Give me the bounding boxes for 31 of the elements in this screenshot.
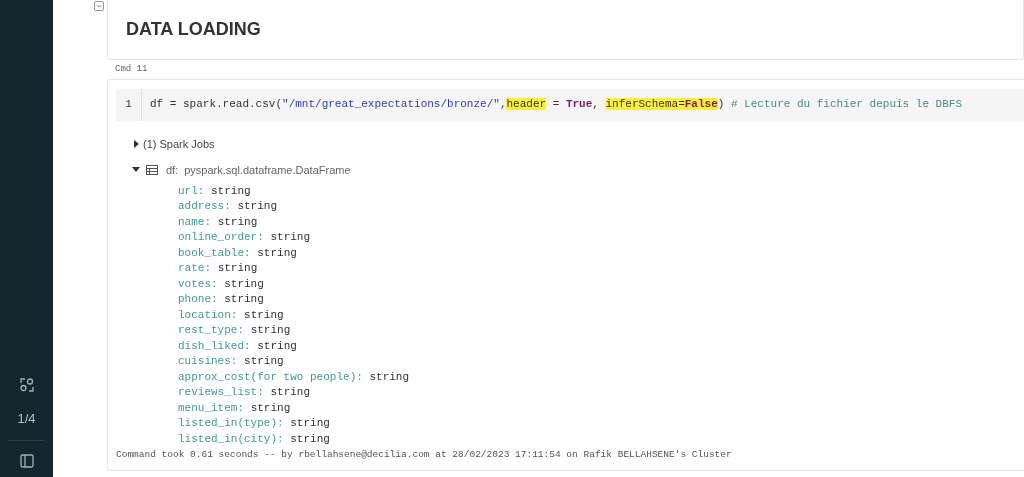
panel-icon[interactable]: [18, 453, 35, 469]
schema-field: cuisines: string: [178, 354, 284, 370]
schema-field: listed_in(type): string: [178, 416, 330, 432]
schema-field: rest_type: string: [178, 323, 291, 339]
schema-field: address: string: [178, 199, 278, 215]
page-indicator: 1/4: [17, 409, 36, 428]
caret-icon[interactable]: [132, 167, 140, 174]
schema-field: book_table: string: [178, 245, 297, 261]
shapes-icon[interactable]: [18, 376, 35, 393]
command-status: Command took 0.61 seconds -- by rbellahsene@decilia.com at 28/02/2023 17:11:54 on Rafik BELLAHSENE's Cluster: [116, 447, 732, 462]
table-icon: [146, 165, 158, 176]
schema-field: online_order: string: [178, 230, 311, 246]
dataframe-name: df:: [166, 163, 179, 178]
collapse-icon[interactable]: [94, 1, 104, 11]
schema-field: dish_liked: string: [178, 338, 297, 354]
schema-field: votes: string: [178, 276, 264, 292]
schema-field: menu_item: string: [178, 400, 291, 416]
spark-jobs-toggle[interactable]: (1) Spark Jobs: [143, 135, 215, 152]
schema-field: name: string: [178, 214, 258, 230]
heading-title: DATA LOADING: [126, 18, 261, 41]
schema-field: url: string: [178, 183, 251, 199]
line-number: 1: [116, 88, 142, 121]
caret-icon[interactable]: [133, 139, 139, 148]
dataframe-type: pyspark.sql.dataframe.DataFrame: [184, 163, 351, 178]
schema-field: phone: string: [178, 292, 264, 308]
schema-field: listed_in(city): string: [178, 431, 330, 447]
command-label: Cmd 11: [114, 63, 148, 76]
schema-field: location: string: [178, 307, 284, 323]
schema-field: approx_cost(for two people): string: [178, 369, 410, 385]
schema-field: reviews_list: string: [178, 385, 311, 401]
schema-field: rate: string: [178, 261, 258, 277]
